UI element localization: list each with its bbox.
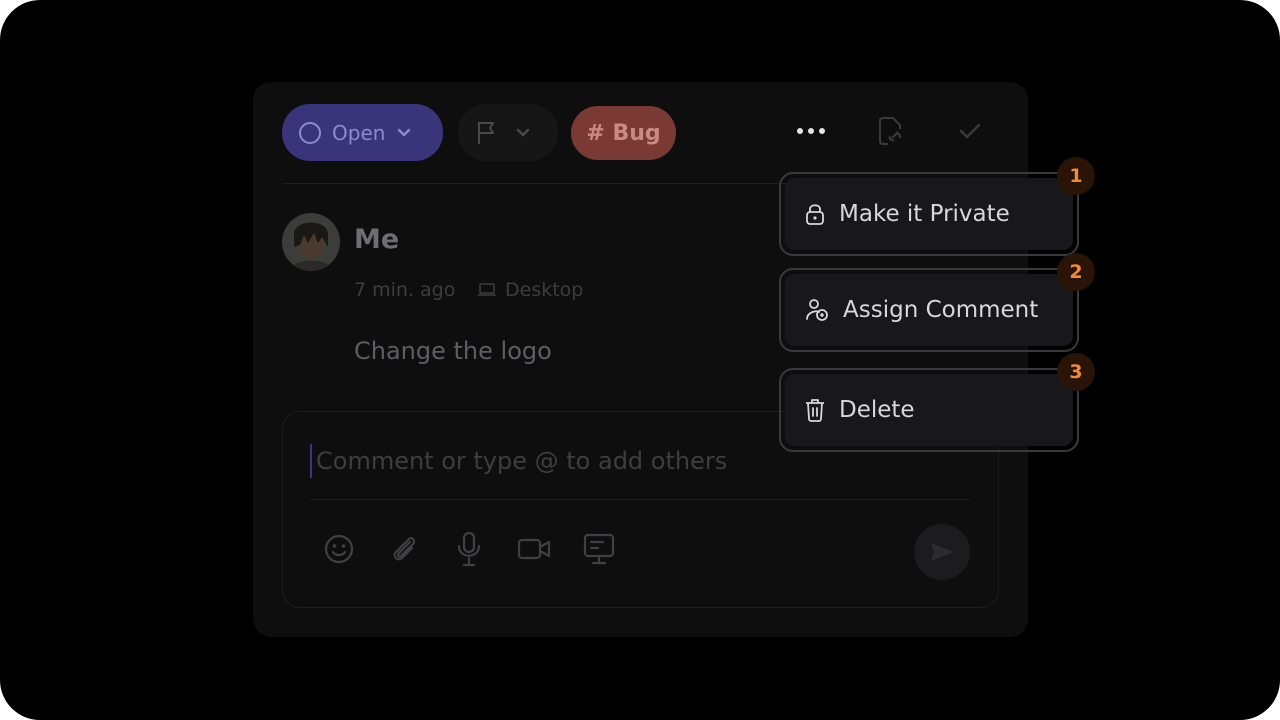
check-icon xyxy=(959,123,981,139)
assign-user-icon xyxy=(806,299,828,321)
lock-icon xyxy=(806,204,824,225)
screen-icon xyxy=(583,533,615,565)
comment-panel: Open # Bug Me 7 min. ago Desktop Change … xyxy=(253,82,1028,637)
comment-text: Change the logo xyxy=(354,337,552,365)
priority-dropdown[interactable] xyxy=(458,104,558,161)
device-label: Desktop xyxy=(505,279,584,301)
menu-item-assign-comment[interactable]: Assign Comment xyxy=(779,268,1079,352)
chevron-down-icon xyxy=(398,128,411,136)
tag-badge[interactable]: # Bug xyxy=(571,106,676,160)
video-button[interactable] xyxy=(516,531,552,567)
comment-device: Desktop xyxy=(477,279,583,301)
screen-record-button[interactable] xyxy=(581,531,617,567)
circle-status-icon xyxy=(299,121,321,144)
emoji-icon xyxy=(324,534,354,564)
menu-item-label: Make it Private xyxy=(839,201,1010,227)
more-icon xyxy=(797,128,825,134)
step-badge: 1 xyxy=(1057,157,1095,195)
resolve-button[interactable] xyxy=(953,114,987,148)
emoji-button[interactable] xyxy=(321,531,357,567)
comment-time: 7 min. ago xyxy=(354,279,456,301)
video-icon xyxy=(517,538,551,560)
attach-button[interactable] xyxy=(386,531,422,567)
status-label: Open xyxy=(332,120,386,145)
attachment-icon xyxy=(393,537,416,561)
copy-link-button[interactable] xyxy=(873,114,907,148)
voice-button[interactable] xyxy=(451,531,487,567)
chevron-down-icon xyxy=(516,128,530,136)
menu-item-delete[interactable]: Delete xyxy=(779,368,1079,452)
step-badge: 3 xyxy=(1057,353,1095,391)
screen-backdrop: Open # Bug Me 7 min. ago Desktop Change … xyxy=(0,0,1280,720)
trash-icon xyxy=(806,399,824,422)
avatar xyxy=(282,213,340,271)
send-button[interactable] xyxy=(914,524,970,580)
send-icon xyxy=(931,543,953,561)
composer-divider xyxy=(310,499,970,500)
menu-item-label: Assign Comment xyxy=(843,297,1039,323)
menu-item-label: Delete xyxy=(839,397,915,423)
menu-item-make-private[interactable]: Make it Private xyxy=(779,172,1079,256)
step-badge: 2 xyxy=(1057,253,1095,291)
comment-author: Me xyxy=(354,224,400,255)
flag-icon xyxy=(478,121,494,144)
link-file-icon xyxy=(879,117,902,145)
status-dropdown[interactable]: Open xyxy=(282,104,443,161)
tag-label: # Bug xyxy=(586,120,661,146)
microphone-icon xyxy=(457,531,481,567)
more-options-button[interactable] xyxy=(794,114,828,148)
laptop-icon xyxy=(478,283,496,296)
